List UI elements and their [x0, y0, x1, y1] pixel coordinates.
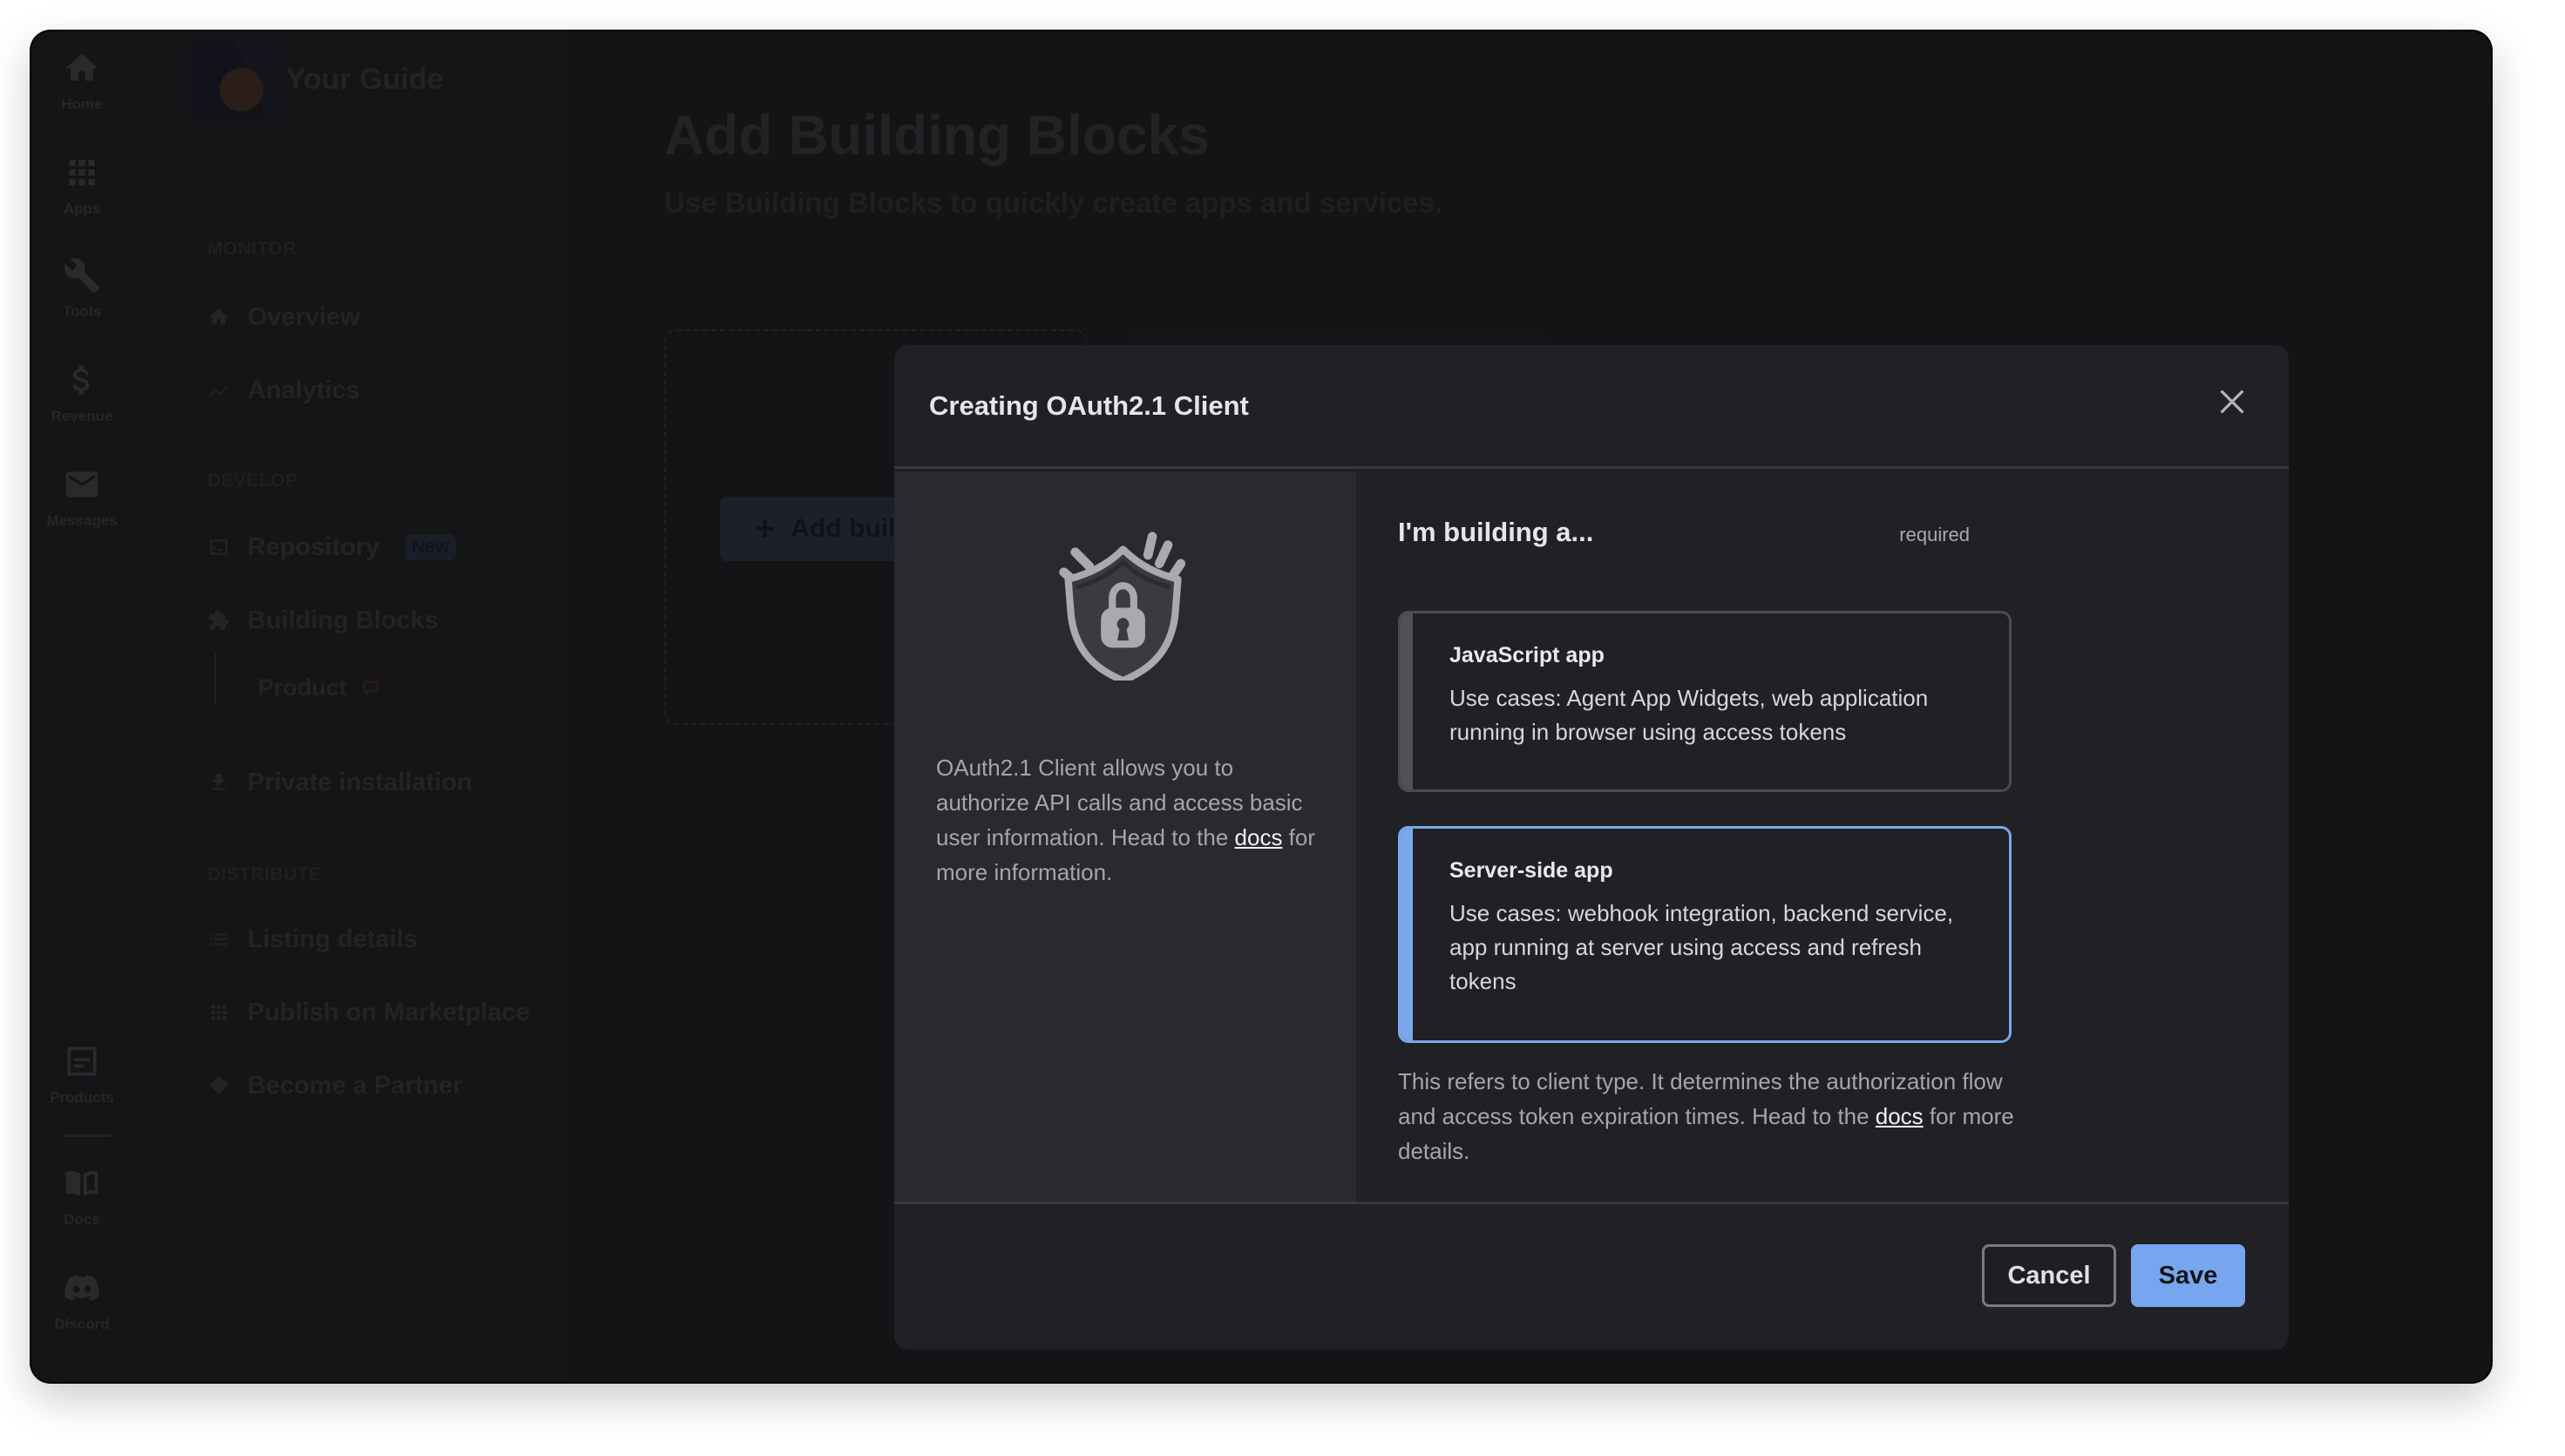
rail-item-products[interactable]: Products — [31, 1042, 132, 1107]
dialog-info-panel: OAuth2.1 Client allows you to authorize … — [894, 471, 1356, 1202]
mail-icon — [65, 471, 98, 498]
dialog-footer: Cancel Save — [894, 1202, 2289, 1350]
handshake-icon — [209, 1076, 228, 1094]
sidebar-item-label: Building Blocks — [248, 606, 439, 634]
chat-bubble-icon — [363, 680, 378, 697]
sidebar-item-label: Repository — [248, 532, 380, 561]
rail-label: Revenue — [51, 408, 113, 424]
dialog-header: Creating OAuth2.1 Client — [894, 345, 2289, 469]
option-accent-bar — [1401, 613, 1413, 789]
rail-item-home[interactable]: Home — [31, 49, 132, 113]
sub-nav-line — [214, 652, 216, 706]
rail-item-apps[interactable]: Apps — [31, 153, 132, 218]
rail-item-messages[interactable]: Messages — [31, 465, 132, 530]
brand-logo — [192, 38, 275, 122]
option-description: Use cases: webhook integration, backend … — [1449, 900, 1954, 994]
wrench-icon — [64, 258, 100, 294]
required-indicator: required — [1899, 524, 1970, 545]
sidebar-item-repository[interactable]: Repository New — [207, 528, 456, 566]
terminal-icon — [210, 539, 227, 555]
trend-line-icon — [209, 385, 227, 397]
dialog-form-panel: I'm building a... required JavaScript ap… — [1356, 471, 2289, 1202]
sidebar-subitem-product[interactable]: Product — [258, 674, 380, 701]
icon-rail: Home Apps Tools Revenue Messages Product… — [31, 31, 132, 1382]
close-icon — [2220, 389, 2244, 414]
sidebar-item-overview[interactable]: Overview — [207, 298, 360, 336]
brand-name: Your Guide — [286, 63, 444, 96]
book-icon — [65, 1170, 98, 1196]
sidebar-item-building-blocks[interactable]: Building Blocks — [207, 601, 438, 640]
rail-label: Apps — [63, 200, 101, 217]
download-icon — [212, 774, 226, 790]
sidebar-item-label: Publish on Marketplace — [248, 998, 530, 1026]
sidebar-item-label: Private installation — [248, 768, 472, 796]
home-icon — [65, 53, 98, 81]
new-badge: New — [405, 534, 456, 560]
list-icon — [210, 933, 227, 945]
app-window: Home Apps Tools Revenue Messages Product… — [31, 31, 2491, 1382]
rail-label: Products — [50, 1089, 114, 1106]
client-type-help: This refers to client type. It determine… — [1398, 1064, 2026, 1168]
sidebar-item-listing-details[interactable]: Listing details — [207, 920, 417, 958]
close-button[interactable] — [2210, 380, 2254, 423]
docs-link[interactable]: docs — [1235, 824, 1283, 850]
plus-icon: + — [755, 509, 776, 548]
products-icon — [67, 1046, 97, 1076]
section-title-develop: DEVELOP — [207, 471, 298, 491]
sidebar-item-label: Listing details — [248, 924, 417, 953]
option-server-side-app[interactable]: Server-side app Use cases: webhook integ… — [1398, 826, 2012, 1043]
dialog-title: Creating OAuth2.1 Client — [929, 390, 1249, 421]
option-title: Server-side app — [1449, 858, 1613, 883]
rail-label: Tools — [62, 303, 102, 320]
puzzle-icon — [209, 610, 229, 630]
sidebar: Your Guide MONITOR Overview Analytics DE… — [132, 31, 567, 1382]
option-javascript-app[interactable]: JavaScript app Use cases: Agent App Widg… — [1398, 611, 2012, 792]
sidebar-item-partner[interactable]: Become a Partner — [207, 1067, 463, 1105]
rail-label: Discord — [54, 1316, 110, 1332]
sidebar-item-private-installation[interactable]: Private installation — [207, 763, 472, 802]
rail-divider — [63, 1134, 112, 1137]
option-accent-bar — [1401, 829, 1413, 1040]
client-type-label: I'm building a... — [1398, 517, 1594, 547]
rail-item-docs[interactable]: Docs — [31, 1164, 132, 1229]
rail-item-tools[interactable]: Tools — [31, 256, 132, 321]
rail-label: Messages — [46, 512, 118, 529]
sidebar-item-publish[interactable]: Publish on Marketplace — [207, 993, 530, 1032]
sidebar-item-label: Overview — [248, 302, 360, 331]
section-title-distribute: DISTRIBUTE — [207, 864, 322, 884]
option-description: Use cases: Agent App Widgets, web applic… — [1449, 685, 1929, 745]
save-button[interactable]: Save — [2131, 1244, 2245, 1307]
shield-lock-icon — [1047, 524, 1204, 698]
oauth-description: OAuth2.1 Client allows you to authorize … — [936, 750, 1320, 890]
apps-grid-icon — [69, 159, 95, 186]
oauth-client-dialog: Creating OAuth2.1 Client OAuth2.1 Client… — [894, 345, 2289, 1350]
rail-item-discord[interactable]: Discord — [31, 1269, 132, 1333]
docs-link[interactable]: docs — [1876, 1103, 1924, 1129]
sidebar-item-label: Product — [258, 674, 348, 701]
option-title: JavaScript app — [1449, 643, 1605, 667]
home-icon — [209, 308, 228, 325]
cancel-button[interactable]: Cancel — [1982, 1244, 2116, 1307]
discord-icon — [64, 1275, 99, 1301]
sidebar-item-label: Become a Partner — [248, 1071, 463, 1100]
section-title-monitor: MONITOR — [207, 239, 297, 259]
dollar-icon — [72, 365, 90, 395]
page-title: Add Building Blocks — [664, 104, 1210, 166]
page-subtitle: Use Building Blocks to quickly create ap… — [664, 186, 1443, 219]
apps-grid-icon — [211, 1005, 227, 1020]
rail-label: Docs — [64, 1211, 100, 1228]
sidebar-item-label: Analytics — [248, 376, 360, 404]
rail-label: Home — [61, 96, 103, 112]
sidebar-item-analytics[interactable]: Analytics — [207, 371, 360, 410]
rail-item-revenue[interactable]: Revenue — [31, 361, 132, 425]
